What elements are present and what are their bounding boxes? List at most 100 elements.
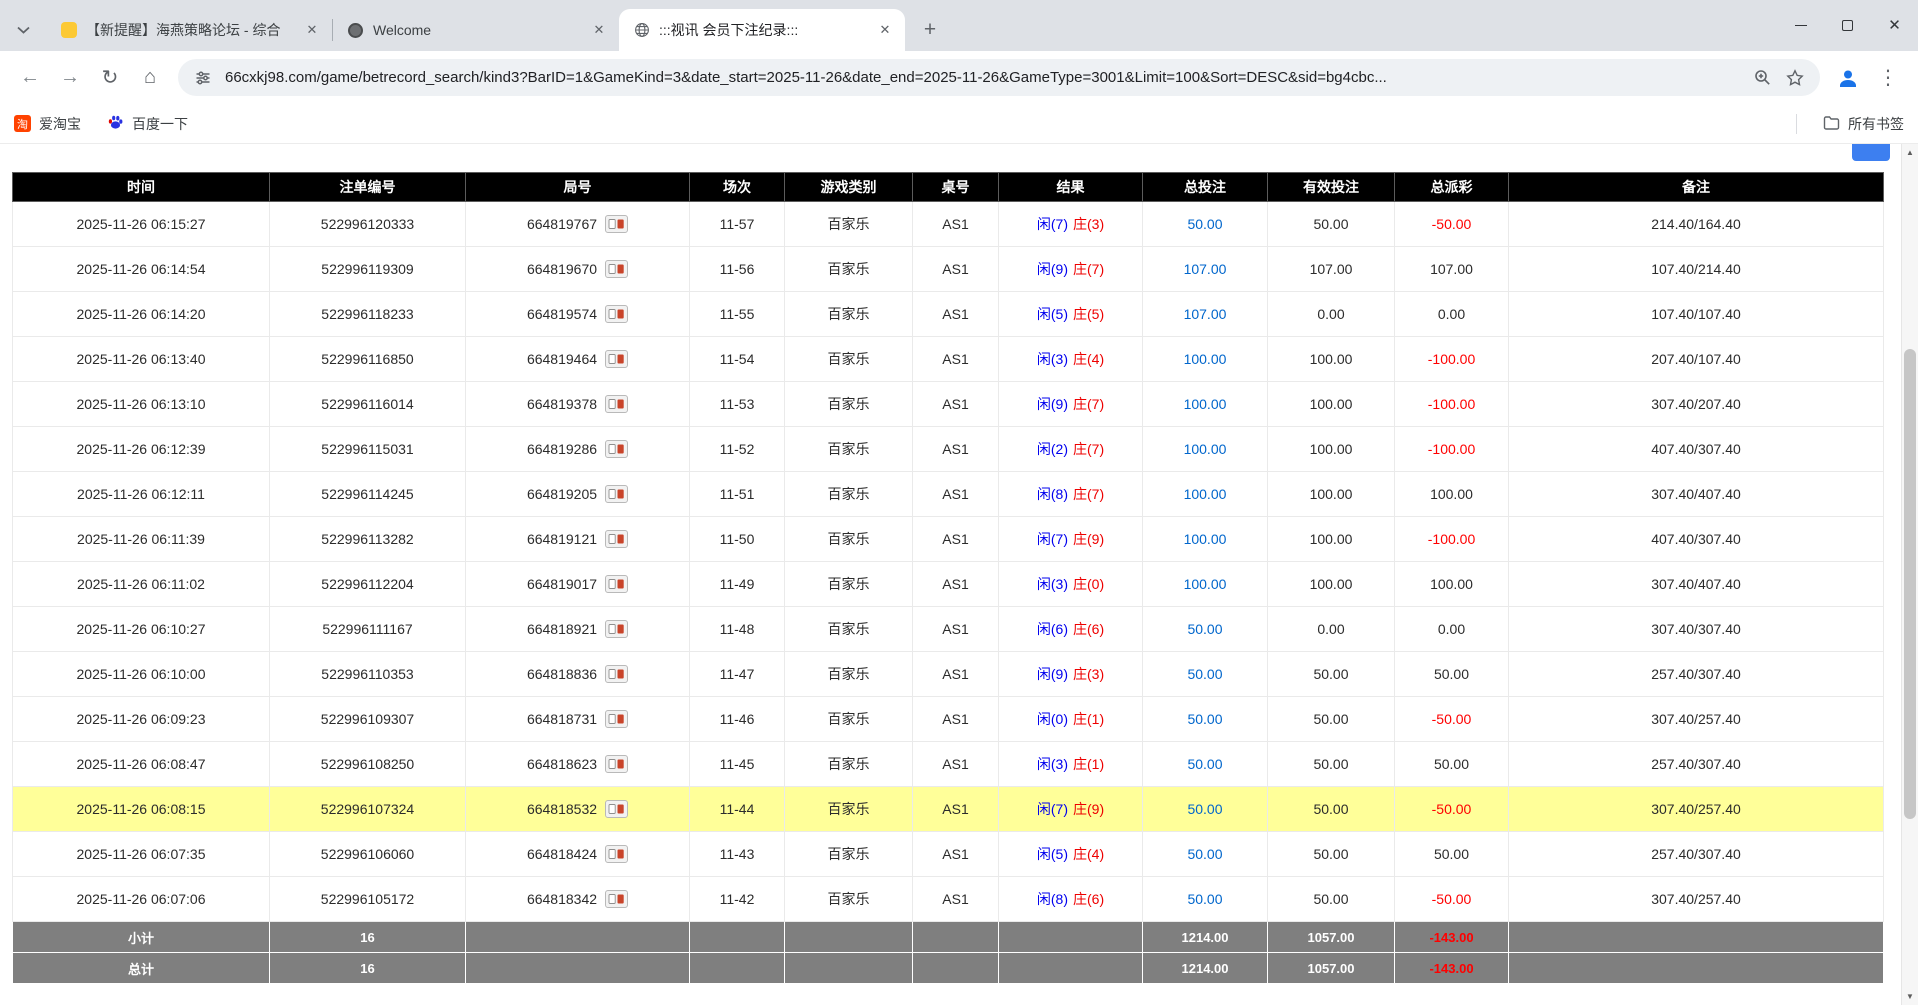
- tab-forum[interactable]: 【新提醒】海燕策略论坛 - 综合 ✕: [46, 9, 332, 51]
- round-result-preview-icon[interactable]: [605, 665, 628, 683]
- url-text[interactable]: 66cxkj98.com/game/betrecord_search/kind3…: [225, 69, 1740, 86]
- total-bet-link[interactable]: 50.00: [1187, 846, 1222, 862]
- home-button[interactable]: ⌂: [130, 58, 170, 98]
- new-tab-button[interactable]: +: [914, 14, 946, 46]
- cell-payout: 50.00: [1395, 652, 1509, 697]
- maximize-button[interactable]: [1824, 0, 1871, 51]
- cell-remark: 214.40/164.40: [1509, 202, 1884, 247]
- cell-table-no: AS1: [913, 607, 999, 652]
- round-result-preview-icon[interactable]: [605, 215, 628, 233]
- total-bet-link[interactable]: 50.00: [1187, 756, 1222, 772]
- empty-cell: [913, 953, 999, 984]
- tab-bet-records[interactable]: :::视讯 会员下注纪录::: ✕: [619, 9, 905, 51]
- round-result-preview-icon[interactable]: [605, 440, 628, 458]
- cell-total-bet: 50.00: [1143, 697, 1268, 742]
- round-result-preview-icon[interactable]: [605, 305, 628, 323]
- result-banker: 庄(7): [1073, 261, 1104, 277]
- round-result-preview-icon[interactable]: [605, 800, 628, 818]
- tab-welcome[interactable]: Welcome ✕: [333, 9, 619, 51]
- tab-close-icon[interactable]: ✕: [302, 20, 322, 40]
- cell-round-id: 664819378: [466, 382, 690, 427]
- minimize-button[interactable]: [1777, 0, 1824, 51]
- total-bet-link[interactable]: 50.00: [1187, 891, 1222, 907]
- bookmark-baidu[interactable]: 百度一下: [107, 114, 188, 134]
- scroll-down-icon[interactable]: ▼: [1902, 988, 1918, 1005]
- total-bet-link[interactable]: 100.00: [1184, 486, 1227, 502]
- round-result-preview-icon[interactable]: [605, 350, 628, 368]
- cell-remark: 407.40/307.40: [1509, 427, 1884, 472]
- site-info-icon[interactable]: [192, 67, 214, 89]
- total-bet-link[interactable]: 100.00: [1184, 531, 1227, 547]
- bookmark-aitaobao[interactable]: 淘 爱淘宝: [14, 114, 81, 134]
- round-result-preview-icon[interactable]: [605, 260, 628, 278]
- cell-payout: -50.00: [1395, 697, 1509, 742]
- reload-button[interactable]: ↻: [90, 58, 130, 98]
- address-bar[interactable]: 66cxkj98.com/game/betrecord_search/kind3…: [178, 59, 1820, 96]
- cell-order-id: 522996111167: [270, 607, 466, 652]
- bookmark-star-icon[interactable]: [1784, 67, 1806, 89]
- partial-search-button[interactable]: [1852, 144, 1890, 161]
- round-id-text: 664819378: [527, 396, 597, 412]
- total-bet-link[interactable]: 100.00: [1184, 441, 1227, 457]
- cell-session: 11-50: [690, 517, 785, 562]
- round-id-text: 664818623: [527, 756, 597, 772]
- navigation-bar: ← → ↻ ⌂ 66cxkj98.com/game/betrecord_sear…: [0, 51, 1918, 104]
- cell-total-bet: 50.00: [1143, 742, 1268, 787]
- profile-avatar[interactable]: [1828, 58, 1868, 98]
- cell-payout: 50.00: [1395, 832, 1509, 877]
- round-result-preview-icon[interactable]: [605, 755, 628, 773]
- round-id-text: 664819767: [527, 216, 597, 232]
- page-scrollbar[interactable]: ▲ ▼: [1901, 144, 1918, 1005]
- total-bet-link[interactable]: 107.00: [1184, 261, 1227, 277]
- cell-table-no: AS1: [913, 517, 999, 562]
- round-result-preview-icon[interactable]: [605, 890, 628, 908]
- cell-remark: 307.40/207.40: [1509, 382, 1884, 427]
- taobao-icon: 淘: [14, 115, 31, 132]
- back-button[interactable]: ←: [10, 58, 50, 98]
- result-player: 闲(8): [1037, 486, 1068, 502]
- tab-close-icon[interactable]: ✕: [875, 20, 895, 40]
- all-bookmarks-button[interactable]: 所有书签: [1823, 114, 1904, 134]
- cell-table-no: AS1: [913, 292, 999, 337]
- total-bet-link[interactable]: 100.00: [1184, 396, 1227, 412]
- round-result-preview-icon[interactable]: [605, 710, 628, 728]
- round-result-preview-icon[interactable]: [605, 395, 628, 413]
- subtotal-valid-bet: 1057.00: [1268, 922, 1395, 953]
- tab-title: 【新提醒】海燕策略论坛 - 综合: [86, 20, 293, 40]
- cell-session: 11-44: [690, 787, 785, 832]
- result-player: 闲(7): [1037, 216, 1068, 232]
- total-bet-link[interactable]: 100.00: [1184, 351, 1227, 367]
- scroll-up-icon[interactable]: ▲: [1902, 144, 1918, 161]
- round-result-preview-icon[interactable]: [605, 845, 628, 863]
- round-result-preview-icon[interactable]: [605, 485, 628, 503]
- total-bet-link[interactable]: 50.00: [1187, 621, 1222, 637]
- total-bet-link[interactable]: 50.00: [1187, 216, 1222, 232]
- cell-payout: 100.00: [1395, 562, 1509, 607]
- round-result-preview-icon[interactable]: [605, 575, 628, 593]
- round-result-preview-icon[interactable]: [605, 530, 628, 548]
- tab-search-chevron-icon[interactable]: [0, 9, 46, 51]
- cell-round-id: 664818342: [466, 877, 690, 922]
- forward-button[interactable]: →: [50, 58, 90, 98]
- browser-menu-button[interactable]: ⋮: [1868, 58, 1908, 98]
- round-result-preview-icon[interactable]: [605, 620, 628, 638]
- cell-game-type: 百家乐: [785, 787, 913, 832]
- cell-session: 11-45: [690, 742, 785, 787]
- cell-table-no: AS1: [913, 472, 999, 517]
- zoom-icon[interactable]: [1751, 67, 1773, 89]
- result-player: 闲(6): [1037, 621, 1068, 637]
- cell-total-bet: 50.00: [1143, 787, 1268, 832]
- cell-result: 闲(7)庄(3): [999, 202, 1143, 247]
- total-bet-link[interactable]: 107.00: [1184, 306, 1227, 322]
- total-bet-link[interactable]: 50.00: [1187, 711, 1222, 727]
- total-bet-link[interactable]: 50.00: [1187, 801, 1222, 817]
- result-player: 闲(5): [1037, 846, 1068, 862]
- cell-result: 闲(5)庄(4): [999, 832, 1143, 877]
- total-bet-link[interactable]: 100.00: [1184, 576, 1227, 592]
- tab-close-icon[interactable]: ✕: [589, 20, 609, 40]
- close-window-button[interactable]: ✕: [1871, 0, 1918, 51]
- scrollbar-thumb[interactable]: [1904, 349, 1916, 819]
- total-bet-link[interactable]: 50.00: [1187, 666, 1222, 682]
- result-player: 闲(7): [1037, 531, 1068, 547]
- result-banker: 庄(4): [1073, 351, 1104, 367]
